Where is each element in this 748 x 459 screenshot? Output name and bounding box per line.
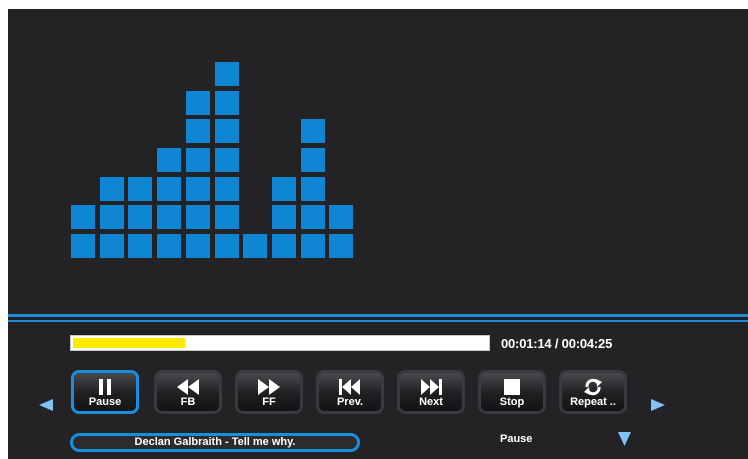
visualizer-bar-block <box>272 205 296 229</box>
visualizer-bar-block <box>301 205 325 229</box>
skip-previous-icon <box>339 379 360 395</box>
next-button-label: Next <box>419 396 443 408</box>
visualizer-bar-block <box>186 234 210 258</box>
ff-button-label: FF <box>262 396 276 408</box>
visualizer-bar-block <box>215 62 239 86</box>
visualizer-bar-block <box>128 177 152 201</box>
visualizer-bar-block <box>186 91 210 115</box>
stop-button[interactable]: Stop <box>478 370 546 414</box>
divider-line <box>8 314 748 317</box>
visualizer-bar-block <box>243 234 267 258</box>
visualizer-bar-block <box>100 234 124 258</box>
repeat-icon <box>584 378 602 396</box>
visualizer-bar-block <box>71 234 95 258</box>
visualizer-bar-block <box>215 148 239 172</box>
now-playing-title: Declan Galbraith - Tell me why. <box>70 433 360 452</box>
playback-time: 00:01:14 / 00:04:25 <box>501 336 613 351</box>
progress-bar[interactable] <box>70 335 490 351</box>
visualizer-bar-block <box>186 119 210 143</box>
visualizer-bar-block <box>100 177 124 201</box>
skip-next-icon <box>421 379 442 395</box>
down-arrow-icon[interactable] <box>618 432 631 446</box>
visualizer-bar-block <box>71 205 95 229</box>
visualizer-bar-block <box>215 91 239 115</box>
right-arrow-icon[interactable] <box>651 399 665 411</box>
visualizer-bar-block <box>186 177 210 201</box>
stop-icon <box>504 379 520 395</box>
repeat-button[interactable]: Repeat .. <box>559 370 627 414</box>
visualizer-bar-block <box>186 148 210 172</box>
previous-button[interactable]: Prev. <box>316 370 384 414</box>
progress-fill <box>73 338 185 348</box>
visualizer-bar-block <box>329 205 353 229</box>
visualizer-bar-block <box>157 205 181 229</box>
visualizer-bar-block <box>301 177 325 201</box>
visualizer-bar-block <box>157 234 181 258</box>
divider-line <box>8 320 748 322</box>
media-player-screen: 00:01:14 / 00:04:25 Pause FB FF Prev. Ne… <box>8 9 748 459</box>
visualizer-bar-block <box>272 177 296 201</box>
prev-button-label: Prev. <box>336 396 364 408</box>
pause-button[interactable]: Pause <box>71 370 139 414</box>
visualizer-bar-block <box>100 205 124 229</box>
fb-button-label: FB <box>180 396 196 408</box>
fast-forward-icon <box>258 379 280 395</box>
visualizer-bar-block <box>301 119 325 143</box>
visualizer-bar-block <box>215 234 239 258</box>
visualizer-bar-block <box>301 148 325 172</box>
visualizer-bar-block <box>157 177 181 201</box>
visualizer-bar-block <box>128 234 152 258</box>
visualizer-bar-block <box>329 234 353 258</box>
rewind-icon <box>177 379 199 395</box>
pause-icon <box>99 379 111 395</box>
playback-status: Pause <box>500 433 533 445</box>
visualizer-bar-block <box>301 234 325 258</box>
visualizer-bar-block <box>157 148 181 172</box>
stop-button-label: Stop <box>499 396 525 408</box>
visualizer-bar-block <box>272 234 296 258</box>
fast-backward-button[interactable]: FB <box>154 370 222 414</box>
next-button[interactable]: Next <box>397 370 465 414</box>
visualizer-bar-block <box>215 205 239 229</box>
visualizer-bar-block <box>215 177 239 201</box>
pause-button-label: Pause <box>88 396 122 408</box>
repeat-button-label: Repeat .. <box>570 396 616 408</box>
left-arrow-icon[interactable] <box>39 399 53 411</box>
visualizer-bar-block <box>128 205 152 229</box>
visualizer-bar-block <box>186 205 210 229</box>
fast-forward-button[interactable]: FF <box>235 370 303 414</box>
audio-visualizer <box>8 9 748 309</box>
visualizer-bar-block <box>215 119 239 143</box>
